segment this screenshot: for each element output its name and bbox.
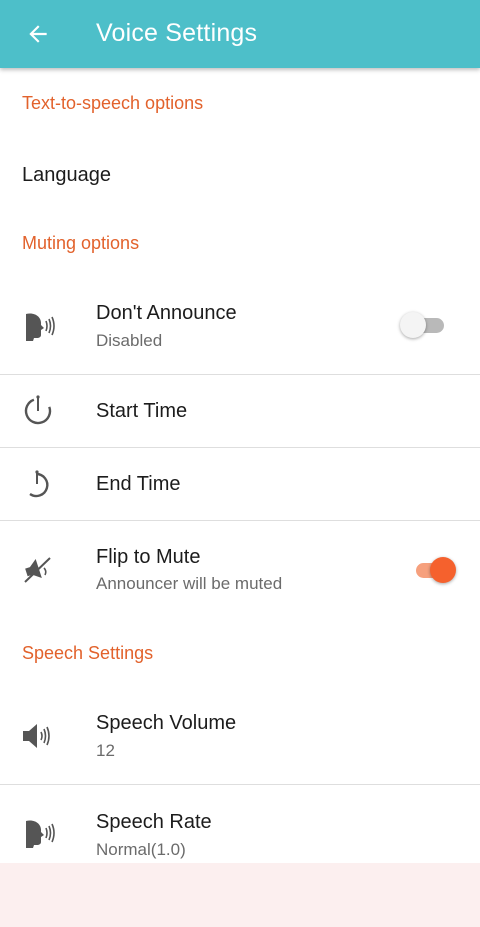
- dont-announce-title: Don't Announce: [96, 302, 237, 324]
- speech-rate-title: Speech Rate: [96, 811, 212, 833]
- app-bar: Voice Settings: [0, 0, 480, 68]
- section-header-speech: Speech Settings: [22, 643, 154, 663]
- section-header-tts: Text-to-speech options: [22, 93, 204, 113]
- flip-to-mute-row[interactable]: Flip to Mute Announcer will be muted: [0, 521, 480, 619]
- speaking-head-icon: [16, 304, 60, 348]
- dont-announce-row[interactable]: Don't Announce Disabled: [0, 278, 480, 374]
- timer-start-icon: [16, 389, 60, 433]
- speech-volume-title: Speech Volume: [96, 712, 237, 734]
- flip-to-mute-toggle[interactable]: [410, 555, 456, 585]
- page-title: Voice Settings: [96, 19, 258, 47]
- speech-rate-value: Normal(1.0): [96, 840, 186, 859]
- language-row[interactable]: Language: [0, 140, 480, 210]
- speech-rate-row[interactable]: Speech Rate Normal(1.0): [0, 785, 480, 863]
- flip-to-mute-title: Flip to Mute: [96, 546, 201, 568]
- phone-muted-icon: [16, 548, 60, 592]
- start-time-row[interactable]: Start Time: [0, 375, 480, 447]
- section-header-muting: Muting options: [22, 233, 140, 253]
- flip-to-mute-subtitle: Announcer will be muted: [96, 574, 283, 593]
- speech-volume-row[interactable]: Speech Volume 12: [0, 688, 480, 784]
- start-time-title: Start Time: [96, 400, 188, 422]
- end-time-row[interactable]: End Time: [0, 448, 480, 520]
- language-label: Language: [22, 164, 111, 186]
- arrow-left-icon: [29, 25, 47, 43]
- back-button[interactable]: [18, 14, 58, 54]
- timer-end-icon: [16, 462, 60, 506]
- speaker-icon: [16, 714, 60, 758]
- speech-volume-value: 12: [96, 741, 115, 760]
- bottom-overlay: [0, 863, 480, 927]
- end-time-title: End Time: [96, 473, 181, 495]
- toggle-thumb: [430, 557, 456, 583]
- dont-announce-toggle[interactable]: [400, 310, 446, 340]
- toggle-thumb: [400, 312, 426, 338]
- dont-announce-subtitle: Disabled: [96, 331, 163, 350]
- speaking-head-icon: [16, 811, 60, 855]
